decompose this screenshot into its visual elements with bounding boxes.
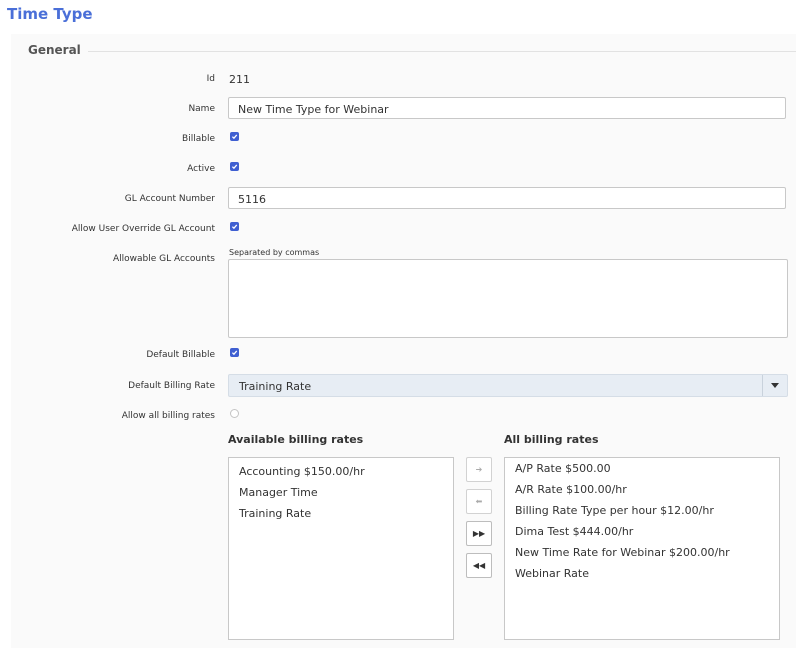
allow-all-rates-checkbox[interactable] [230, 409, 239, 418]
default-billable-label: Default Billable [146, 350, 215, 360]
billable-label: Billable [182, 134, 215, 144]
gl-account-label: GL Account Number [124, 194, 215, 204]
allowable-gl-label: Allowable GL Accounts [112, 254, 215, 264]
name-label: Name [188, 104, 215, 114]
list-item[interactable]: Dima Test $444.00/hr [505, 521, 779, 542]
id-value: 211 [229, 73, 250, 86]
list-item[interactable]: A/R Rate $100.00/hr [505, 479, 779, 500]
page-title: Time Type [7, 5, 93, 23]
list-item[interactable]: New Time Rate for Webinar $200.00/hr [505, 542, 779, 563]
list-item[interactable]: Webinar Rate [505, 563, 779, 584]
check-icon [231, 350, 238, 356]
default-billable-checkbox[interactable] [230, 348, 239, 357]
active-label: Active [187, 164, 215, 174]
check-icon [231, 134, 238, 140]
list-item[interactable]: Accounting $150.00/hr [229, 461, 453, 482]
default-rate-select[interactable]: Training Rate [228, 374, 788, 397]
move-left-button[interactable]: ⬅ [466, 489, 492, 514]
override-gl-checkbox[interactable] [230, 222, 239, 231]
legend-text: General [28, 43, 81, 57]
available-rates-title: Available billing rates [228, 433, 364, 446]
default-rate-value: Training Rate [239, 380, 312, 393]
name-input[interactable]: New Time Type for Webinar [228, 97, 786, 119]
move-right-button[interactable]: ➔ [466, 457, 492, 482]
gl-account-input[interactable]: 5116 [228, 187, 786, 209]
list-item[interactable]: Manager Time [229, 482, 453, 503]
allowable-gl-hint: Separated by commas [229, 248, 320, 257]
list-item[interactable]: Training Rate [229, 503, 453, 524]
allowable-gl-textarea[interactable] [228, 259, 788, 338]
all-rates-list[interactable]: A/P Rate $500.00 A/R Rate $100.00/hr Bil… [504, 457, 780, 640]
available-rates-list[interactable]: Accounting $150.00/hr Manager Time Train… [228, 457, 454, 640]
list-item[interactable]: A/P Rate $500.00 [505, 458, 779, 479]
override-gl-label: Allow User Override GL Account [71, 224, 215, 234]
legend-divider [88, 51, 796, 52]
move-all-right-button[interactable]: ▶▶ [466, 521, 492, 546]
active-checkbox[interactable] [230, 162, 239, 171]
billable-checkbox[interactable] [230, 132, 239, 141]
allow-all-rates-label: Allow all billing rates [121, 411, 215, 421]
check-icon [231, 224, 238, 230]
caret-down-icon[interactable] [762, 375, 787, 396]
default-rate-label: Default Billing Rate [128, 381, 215, 391]
section-legend: General [28, 43, 95, 57]
all-rates-title: All billing rates [504, 433, 599, 446]
move-all-left-button[interactable]: ◀◀ [466, 553, 492, 578]
check-icon [231, 164, 238, 170]
list-item[interactable]: Billing Rate Type per hour $12.00/hr [505, 500, 779, 521]
id-label: Id [206, 74, 215, 84]
